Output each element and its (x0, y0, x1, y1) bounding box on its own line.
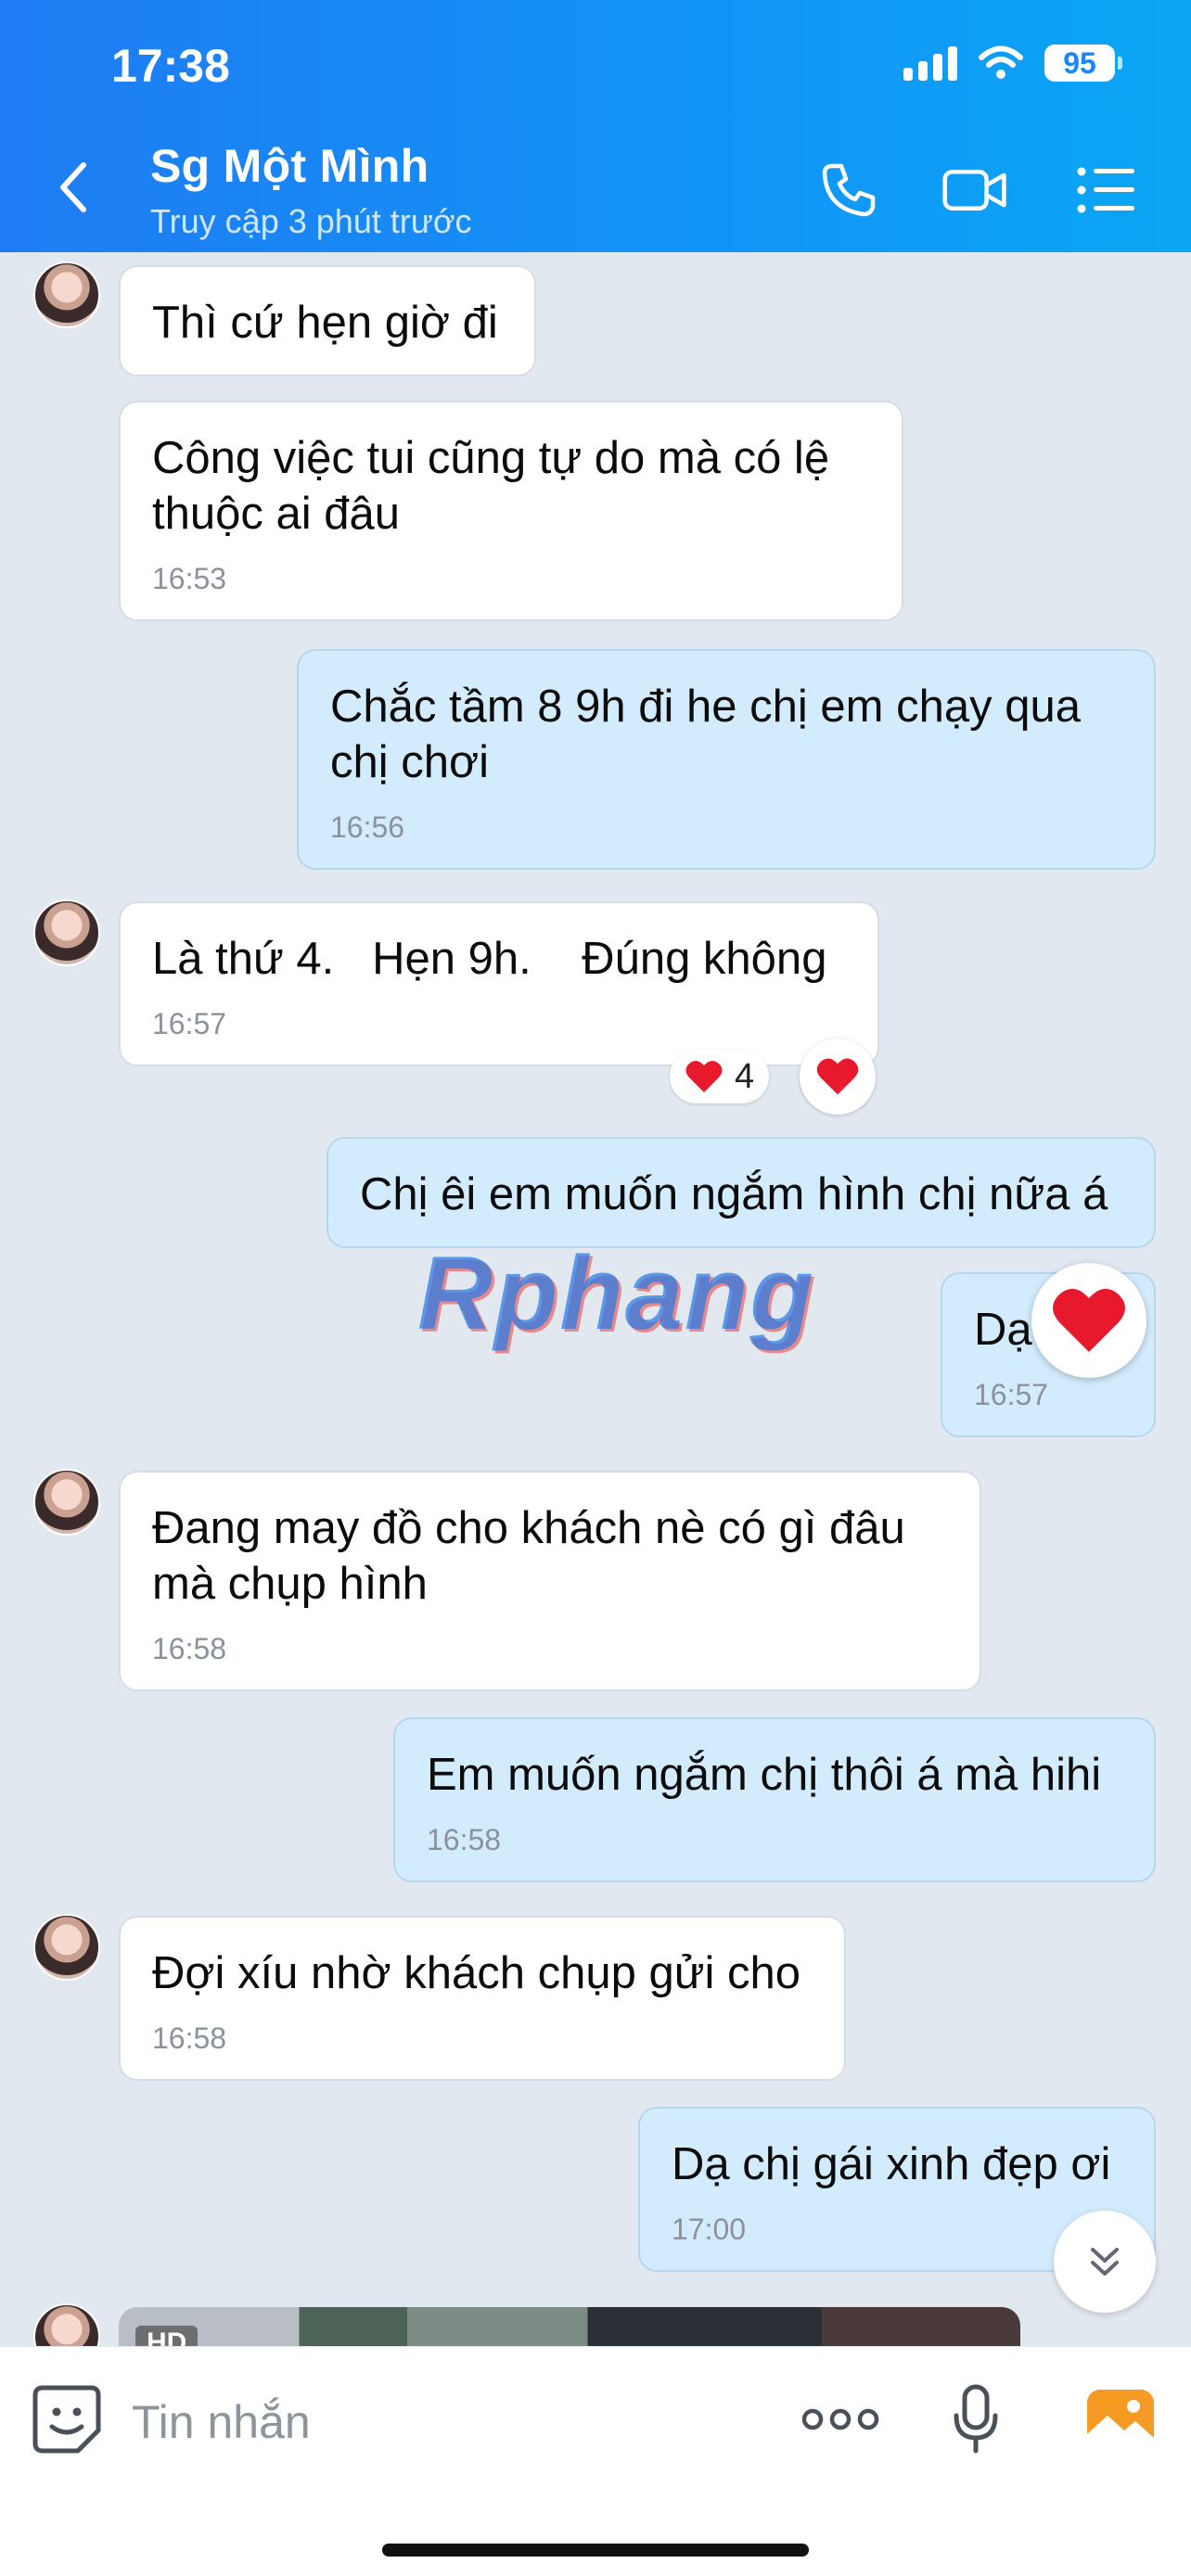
more-dots-icon (801, 2408, 879, 2430)
message-input[interactable]: Tin nhắn (132, 2395, 311, 2449)
battery-icon: 95 (1044, 45, 1122, 82)
home-indicator (382, 2544, 809, 2557)
heart-icon (1053, 1288, 1125, 1352)
watermark-logo: Rphang (417, 1235, 815, 1351)
message-bubble-outgoing[interactable]: Chị êi em muốn ngắm hình chị nữa á (327, 1137, 1156, 1248)
scroll-to-bottom-button[interactable] (1054, 2211, 1156, 2313)
microphone-icon (954, 2384, 998, 2454)
message-text: Dạ chị gái xinh đẹp ơi (672, 2139, 1111, 2189)
message-composer: Tin nhắn (0, 2346, 1191, 2576)
contact-avatar[interactable] (33, 261, 100, 328)
status-icons: 95 (903, 45, 1122, 82)
message-time: 16:58 (427, 1823, 502, 1856)
voice-message-button[interactable] (937, 2380, 1015, 2458)
gallery-image-icon (1087, 2390, 1154, 2449)
message-bubble-incoming[interactable]: Là thứ 4. Hẹn 9h. Đúng không 16:57 (119, 901, 879, 1066)
menu-list-icon (1077, 167, 1134, 213)
message-text: Công việc tui cũng tự do mà có lệ thuộc … (152, 433, 830, 539)
send-image-button[interactable] (1082, 2380, 1159, 2458)
phone-call-button[interactable] (816, 158, 881, 223)
message-time: 16:56 (330, 810, 405, 844)
message-bubble-incoming[interactable]: Đang may đồ cho khách nè có gì đâu mà ch… (119, 1471, 981, 1691)
reaction-count: 4 (735, 1056, 755, 1096)
wifi-icon (979, 45, 1023, 79)
message-text: Em muốn ngắm chị thôi á mà hihi (427, 1750, 1102, 1800)
chat-options-button[interactable] (1074, 158, 1139, 223)
more-options-button[interactable] (801, 2380, 879, 2458)
phone-icon (822, 163, 876, 217)
message-time: 16:58 (152, 2021, 227, 2055)
message-text: Thì cứ hẹn giờ đi (152, 298, 498, 348)
message-bubble-incoming[interactable]: Đợi xíu nhờ khách chụp gửi cho 16:58 (119, 1916, 846, 2081)
message-text: Chị êi em muốn ngắm hình chị nữa á (360, 1169, 1108, 1219)
sticker-button[interactable] (28, 2380, 106, 2458)
message-text: Chắc tầm 8 9h đi he chị em chạy qua chị … (330, 682, 1081, 787)
contact-avatar[interactable] (33, 1469, 100, 1536)
back-icon[interactable] (54, 159, 95, 215)
contact-avatar[interactable] (33, 1914, 100, 1981)
status-time: 17:38 (111, 40, 230, 92)
video-call-button[interactable] (942, 158, 1007, 223)
message-time: 16:57 (152, 1007, 227, 1040)
react-button[interactable] (800, 1039, 876, 1115)
heart-icon (816, 1058, 859, 1095)
message-bubble-incoming[interactable]: Thì cứ hẹn giờ đi (119, 265, 536, 376)
last-seen-status: Truy cập 3 phút trước (150, 202, 472, 240)
double-chevron-down-icon (1091, 2248, 1119, 2276)
message-time: 17:00 (672, 2213, 747, 2246)
message-text: Đợi xíu nhờ khách chụp gửi cho (152, 1948, 801, 1998)
chat-header: 17:38 95 Sg Một Mình Truy cập 3 phút trư… (0, 0, 1191, 252)
contact-name[interactable]: Sg Một Mình (150, 139, 429, 193)
message-reaction[interactable] (1031, 1263, 1146, 1378)
message-bubble-outgoing[interactable]: Em muốn ngắm chị thôi á mà hihi 16:58 (393, 1717, 1156, 1882)
message-time: 16:58 (152, 1632, 227, 1665)
message-time: 16:57 (974, 1378, 1049, 1411)
reaction-summary[interactable]: 4 (670, 1050, 770, 1103)
message-bubble-incoming[interactable]: Công việc tui cũng tự do mà có lệ thuộc … (119, 401, 903, 621)
contact-avatar[interactable] (33, 899, 100, 966)
cellular-signal-icon (903, 45, 957, 81)
message-bubble-outgoing[interactable]: Chắc tầm 8 9h đi he chị em chạy qua chị … (297, 649, 1156, 870)
video-call-icon (942, 170, 1006, 210)
message-time: 16:53 (152, 562, 227, 595)
message-text: Là thứ 4. Hẹn 9h. Đúng không (152, 934, 827, 984)
message-text: Đang may đồ cho khách nè có gì đâu mà ch… (152, 1503, 905, 1609)
emoji-sticker-icon (32, 2385, 101, 2454)
heart-icon (685, 1060, 723, 1092)
